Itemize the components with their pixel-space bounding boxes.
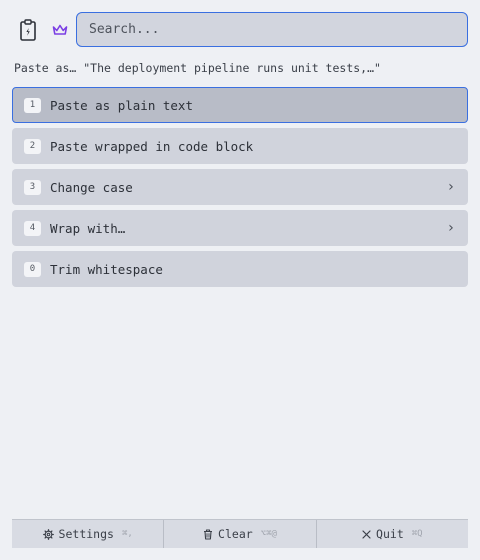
shortcut-key-badge: 4 — [24, 220, 41, 236]
menu-item-label: Paste as plain text — [50, 97, 193, 113]
menu-item-paste-plain-text[interactable]: 1 Paste as plain text — [12, 87, 468, 123]
quit-button[interactable]: Quit ⌘Q — [315, 520, 468, 548]
search-field[interactable] — [76, 12, 468, 47]
paste-options-menu: 1 Paste as plain text 2 Paste wrapped in… — [12, 87, 468, 292]
paste-context-preview: Paste as… "The deployment pipeline runs … — [14, 61, 381, 75]
shortcut-key-badge: 3 — [24, 179, 41, 195]
shortcut-key-badge: 0 — [24, 261, 41, 277]
menu-item-wrap-with[interactable]: 4 Wrap with… › — [12, 210, 468, 246]
chevron-right-icon: › — [446, 179, 455, 195]
menu-item-paste-code-block[interactable]: 2 Paste wrapped in code block — [12, 128, 468, 164]
trash-icon — [203, 528, 213, 540]
footer-bar: Settings ⌘, Clear ⌥⌘@ Quit ⌘Q — [12, 519, 468, 548]
settings-button[interactable]: Settings ⌘, — [12, 520, 163, 548]
top-bar — [12, 12, 468, 47]
quit-shortcut: ⌘Q — [411, 529, 423, 539]
search-input[interactable] — [89, 22, 455, 37]
shortcut-key-badge: 1 — [24, 97, 41, 113]
menu-item-trim-whitespace[interactable]: 0 Trim whitespace — [12, 251, 468, 287]
menu-item-label: Change case — [50, 179, 133, 195]
close-icon — [362, 529, 371, 539]
settings-shortcut: ⌘, — [121, 529, 133, 539]
clear-label: Clear — [218, 527, 253, 541]
menu-item-change-case[interactable]: 3 Change case › — [12, 169, 468, 205]
chevron-right-icon: › — [446, 220, 455, 236]
clear-shortcut: ⌥⌘@ — [260, 529, 277, 539]
crown-icon[interactable] — [44, 12, 76, 47]
quit-label: Quit — [376, 527, 404, 541]
clear-button[interactable]: Clear ⌥⌘@ — [163, 520, 315, 548]
menu-item-label: Wrap with… — [50, 220, 126, 236]
menu-item-label: Trim whitespace — [50, 261, 163, 277]
clipboard-manager-window: Paste as… "The deployment pipeline runs … — [0, 0, 480, 560]
clipboard-bolt-icon[interactable] — [12, 12, 44, 47]
shortcut-key-badge: 2 — [24, 138, 41, 154]
menu-item-label: Paste wrapped in code block — [50, 138, 254, 154]
settings-label: Settings — [58, 527, 114, 541]
gear-icon — [42, 528, 54, 540]
